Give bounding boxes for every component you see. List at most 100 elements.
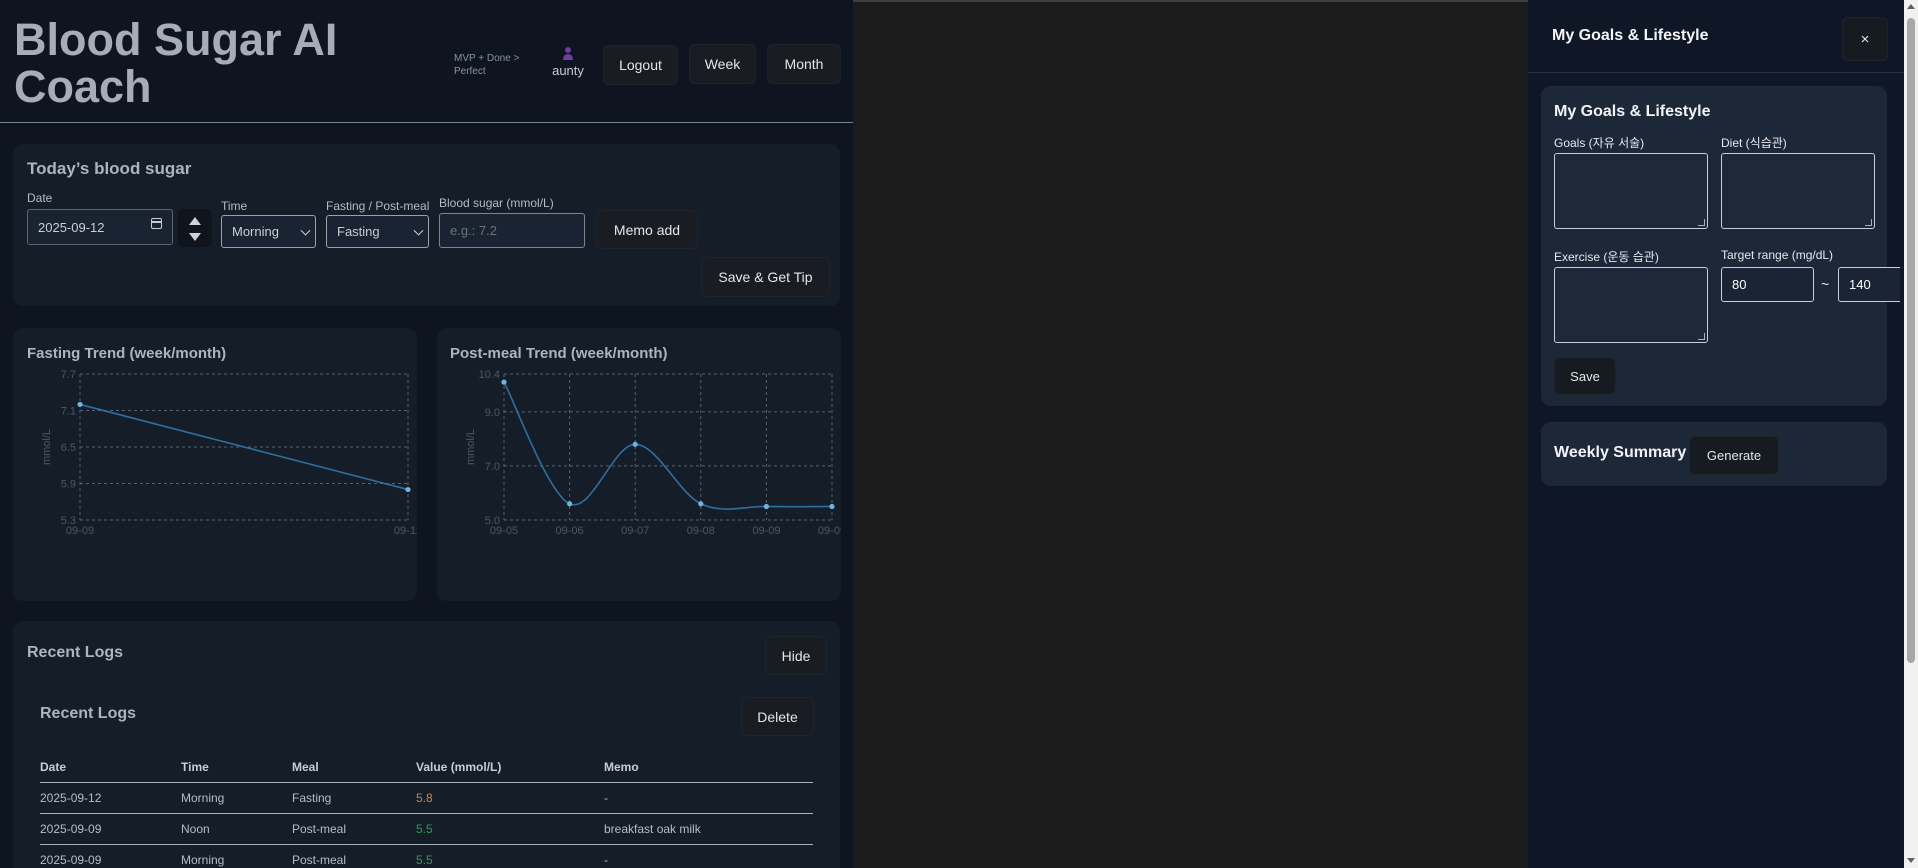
- scrollbar-thumb[interactable]: [1907, 18, 1915, 663]
- column-header: Meal: [292, 752, 416, 783]
- target-min-input[interactable]: 80: [1721, 267, 1814, 302]
- diet-textarea[interactable]: [1721, 153, 1875, 229]
- sugar-placeholder: e.g.: 7.2: [450, 223, 497, 238]
- cell-meal: Post-meal: [292, 844, 416, 868]
- x-tick-label: 09-05: [490, 525, 518, 537]
- app-header: Blood Sugar AI Coach MVP + Done > Perfec…: [0, 2, 853, 123]
- time-value: Morning: [232, 224, 279, 239]
- y-tick-label: 9.0: [485, 407, 500, 419]
- target-range-label: Target range (mg/dL): [1721, 248, 1834, 262]
- app-title: Blood Sugar AI Coach: [14, 14, 338, 112]
- cell-memo: -: [604, 844, 813, 868]
- close-icon: ×: [1860, 30, 1870, 48]
- close-button[interactable]: ×: [1842, 17, 1888, 61]
- data-point: [829, 503, 835, 510]
- exercise-label: Exercise (운동 습관): [1554, 250, 1659, 264]
- exercise-textarea[interactable]: [1554, 267, 1708, 343]
- chart-grid: [503, 373, 833, 521]
- data-point: [632, 441, 638, 447]
- goals-label: Goals (자유 서술): [1554, 136, 1645, 150]
- sugar-input[interactable]: e.g.: 7.2: [439, 213, 585, 248]
- cell-date: 2025-09-09: [40, 813, 181, 845]
- goals-panel: My Goals & Lifestyle × My Goals & Lifest…: [1528, 0, 1918, 868]
- user-badge: aunty: [548, 47, 588, 78]
- scrollbar[interactable]: [1904, 0, 1918, 868]
- scroll-up-icon[interactable]: [1907, 4, 1915, 9]
- goals-card-title: My Goals & Lifestyle: [1554, 103, 1711, 120]
- month-button[interactable]: Month: [767, 44, 841, 84]
- chevron-down-icon: [413, 225, 424, 236]
- column-header: Date: [40, 752, 181, 783]
- table-header-row: Date Time Meal Value (mmol/L) Memo: [40, 752, 813, 783]
- cell-time: Morning: [181, 782, 292, 814]
- stepper-up-icon[interactable]: [189, 217, 201, 225]
- table-row[interactable]: 2025-09-12 Morning Fasting 5.8-: [40, 782, 813, 814]
- cell-value: 5.5: [416, 813, 604, 845]
- data-point: [567, 501, 573, 507]
- cell-date: 2025-09-12: [40, 782, 181, 814]
- memo-add-button[interactable]: Memo add: [596, 210, 698, 249]
- x-tick-label: 09-06: [556, 525, 584, 537]
- data-point: [405, 486, 411, 493]
- meal-value: Fasting: [337, 224, 380, 239]
- x-tick-label: 09-09: [66, 525, 94, 537]
- cell-meal: Fasting: [292, 782, 416, 814]
- weekly-summary-card: Weekly Summary Generate: [1541, 422, 1887, 486]
- y-tick-label: 6.5: [61, 442, 76, 454]
- y-tick-label: 7.0: [485, 461, 500, 473]
- x-tick-label: 09-12: [394, 525, 417, 537]
- postmeal-chart-title: Post-meal Trend (week/month): [450, 345, 668, 362]
- data-point: [698, 501, 704, 507]
- user-icon: [562, 47, 574, 61]
- goals-textarea[interactable]: [1554, 153, 1708, 229]
- panel-title: My Goals & Lifestyle: [1552, 27, 1709, 44]
- cell-memo: breakfast oak milk: [604, 813, 813, 845]
- save-goals-button[interactable]: Save: [1554, 357, 1616, 395]
- weekly-summary-title: Weekly Summary: [1554, 444, 1687, 461]
- save-get-tip-button[interactable]: Save & Get Tip: [701, 257, 830, 297]
- recent-logs-inner-title: Recent Logs: [40, 705, 137, 722]
- range-separator: ~: [1821, 276, 1830, 292]
- date-label: Date: [27, 191, 53, 205]
- scroll-down-icon[interactable]: [1907, 858, 1915, 863]
- username: aunty: [552, 63, 584, 78]
- y-axis-label: mmol/L: [465, 429, 477, 465]
- delete-button[interactable]: Delete: [741, 697, 814, 736]
- date-input[interactable]: 2025-09-12: [27, 209, 173, 245]
- data-point: [763, 503, 769, 510]
- sugar-label: Blood sugar (mmol/L): [439, 196, 554, 210]
- postmeal-chart-card: Post-meal Trend (week/month) 10.4 9.0 7.0 5…: [437, 328, 841, 601]
- target-max-input[interactable]: 140: [1838, 267, 1900, 302]
- series-line: [503, 381, 833, 510]
- hide-button[interactable]: Hide: [765, 636, 827, 675]
- fasting-chart-card: Fasting Trend (week/month) 7.7 7.1 6.5 5.9 5…: [13, 328, 417, 601]
- calendar-icon[interactable]: [151, 218, 162, 229]
- time-label: Time: [221, 199, 248, 213]
- generate-button[interactable]: Generate: [1689, 436, 1779, 475]
- cell-date: 2025-09-09: [40, 844, 181, 868]
- cell-value: 5.8: [416, 782, 604, 814]
- date-value: 2025-09-12: [38, 219, 105, 235]
- table-row[interactable]: 2025-09-09 Noon Post-meal 5.5 breakfast oak …: [40, 813, 813, 845]
- time-select[interactable]: Morning: [221, 215, 316, 248]
- stepper-down-icon[interactable]: [189, 233, 201, 241]
- date-stepper[interactable]: [178, 209, 212, 247]
- today-card: Today’s blood sugar Date 2025-09-12 Time…: [13, 144, 840, 306]
- column-header: Value (mmol/L): [416, 752, 604, 783]
- column-header: Memo: [604, 752, 813, 783]
- x-tick-label: 09-07: [621, 525, 649, 537]
- y-tick-label: 7.7: [61, 369, 76, 381]
- cell-time: Noon: [181, 813, 292, 845]
- cell-value: 5.5: [416, 844, 604, 868]
- y-axis-label: mmol/L: [41, 429, 53, 465]
- postmeal-chart: 10.49.07.05.009-05 09-06 09-07 09-08 09-09 09…: [465, 369, 841, 537]
- cell-memo: -: [604, 782, 813, 814]
- tagline: MVP + Done > Perfect: [454, 53, 520, 77]
- table-row[interactable]: 2025-09-09 Morning Post-meal 5.5-: [40, 844, 813, 868]
- meal-select[interactable]: Fasting: [326, 215, 429, 248]
- diet-label: Diet (식습관): [1721, 136, 1787, 150]
- chevron-down-icon: [300, 225, 311, 236]
- week-button[interactable]: Week: [689, 44, 756, 84]
- logout-button[interactable]: Logout: [603, 45, 678, 85]
- fasting-chart-title: Fasting Trend (week/month): [27, 345, 227, 362]
